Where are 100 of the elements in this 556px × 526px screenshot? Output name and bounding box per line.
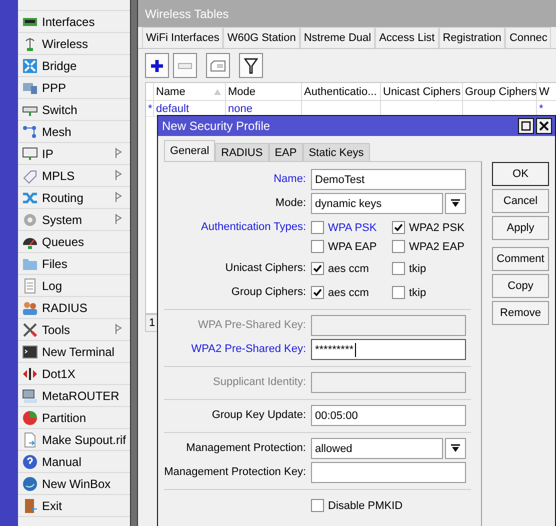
checkbox[interactable]	[311, 262, 324, 275]
add-button[interactable]	[145, 53, 169, 78]
field-label: Management Protection:	[186, 441, 306, 456]
checkbox-label: Disable PMKID	[328, 500, 403, 512]
checkbox[interactable]	[311, 221, 324, 234]
close-icon	[539, 121, 549, 131]
checkbox-label: tkip	[409, 262, 426, 274]
column-header[interactable]: Name	[154, 83, 226, 100]
field-label: Management Protection Key:	[164, 465, 306, 480]
door-icon	[22, 498, 38, 514]
down-arrow-icon	[451, 199, 460, 208]
menu-item[interactable]: Switch	[18, 99, 130, 121]
checkbox-label: tkip	[409, 286, 426, 298]
menu-item[interactable]: Wireless	[18, 33, 130, 55]
checkbox[interactable]	[392, 262, 405, 275]
menu-item[interactable]: System	[18, 209, 130, 231]
tab[interactable]: W60G Station	[223, 27, 300, 48]
computer-icon	[22, 388, 38, 404]
menu-item[interactable]: Routing	[18, 187, 130, 209]
menu-item[interactable]: New WinBox	[18, 473, 130, 495]
field-label: Group Key Update:	[212, 408, 306, 423]
checkbox[interactable]	[392, 240, 405, 253]
column-header[interactable]: Mode	[226, 83, 302, 100]
input-field[interactable]: DemoTest	[311, 169, 466, 190]
terminal-icon	[22, 344, 38, 360]
tab[interactable]: Connec	[505, 27, 552, 48]
menu-item[interactable]: PPP	[18, 77, 130, 99]
checkbox[interactable]	[311, 286, 324, 299]
close-button[interactable]	[536, 118, 552, 134]
plus-icon	[150, 58, 164, 72]
dialog-button[interactable]: Cancel	[492, 189, 549, 213]
field-label: WPA Pre-Shared Key:	[198, 318, 306, 333]
input-field[interactable]: *********	[311, 339, 466, 360]
dropdown-field[interactable]: dynamic keys	[311, 193, 443, 214]
maximize-button[interactable]	[518, 118, 534, 134]
dropdown-button[interactable]	[445, 438, 466, 459]
menu-item[interactable]: Bridge	[18, 55, 130, 77]
checkbox-label: WPA2 PSK	[409, 222, 464, 234]
menu-item[interactable]: New Terminal	[18, 341, 130, 363]
menu-item[interactable]: IP	[18, 143, 130, 165]
item-count: 1	[148, 317, 156, 329]
column-header[interactable]: Group Ciphers	[463, 83, 537, 100]
dialog-button[interactable]: Apply	[492, 216, 549, 240]
field-label: Mode:	[275, 196, 306, 211]
input-field[interactable]	[311, 462, 466, 483]
field-label: WPA2 Pre-Shared Key:	[191, 342, 306, 357]
dialog-button[interactable]: Remove	[492, 301, 549, 325]
checkbox[interactable]	[311, 499, 324, 512]
menu-item[interactable]: Queues	[18, 231, 130, 253]
checkbox-label: WPA PSK	[328, 222, 377, 234]
column-header[interactable]: Unicast Ciphers	[381, 83, 463, 100]
dialog-button[interactable]: OK	[492, 162, 549, 186]
menu-item[interactable]: Mesh	[18, 121, 130, 143]
maximize-icon	[521, 121, 531, 131]
menu-item[interactable]: Files	[18, 253, 130, 275]
tab[interactable]: WiFi Interfaces	[142, 27, 224, 48]
menu-item[interactable]: Log	[18, 275, 130, 297]
menu-item[interactable]: RADIUS	[18, 297, 130, 319]
menu-item[interactable]: MPLS	[18, 165, 130, 187]
tag-icon	[22, 168, 38, 184]
tab[interactable]: Access List	[375, 27, 439, 48]
window-title: Wireless Tables	[138, 0, 556, 27]
dropdown-field[interactable]: allowed	[311, 438, 443, 459]
menu-item[interactable]: MetaROUTER	[18, 385, 130, 407]
down-arrow-icon	[451, 444, 460, 453]
comment-button[interactable]	[206, 53, 230, 78]
dialog-button[interactable]: Comment	[492, 247, 549, 271]
tab[interactable]: EAP	[268, 143, 303, 161]
menu-item[interactable]: Manual	[18, 451, 130, 473]
tab[interactable]: Nstreme Dual	[300, 27, 376, 48]
field-label: Group Ciphers:	[231, 285, 306, 300]
input-field[interactable]: 00:05:00	[311, 405, 466, 426]
gear-icon	[22, 212, 38, 228]
globe-icon	[22, 476, 38, 492]
menu-item[interactable]: Tools	[18, 319, 130, 341]
menu-item[interactable]: Dot1X	[18, 363, 130, 385]
field-label: Name:	[274, 172, 306, 187]
field-label: Supplicant Identity:	[213, 375, 306, 390]
checkbox[interactable]	[311, 240, 324, 253]
arrows-icon	[22, 366, 38, 382]
checkbox[interactable]	[392, 221, 405, 234]
checkbox-label: aes ccm	[328, 262, 369, 274]
note-icon	[210, 60, 226, 72]
tab[interactable]: Registration	[438, 27, 506, 48]
tools-icon	[22, 322, 38, 338]
filter-button[interactable]	[239, 53, 263, 78]
dropdown-button[interactable]	[445, 193, 466, 214]
column-header[interactable]: Authenticatio...	[302, 83, 381, 100]
checkbox[interactable]	[392, 286, 405, 299]
menu-item[interactable]: Make Supout.rif	[18, 429, 130, 451]
tab[interactable]: Static Keys	[302, 143, 370, 161]
menu-item[interactable]: Partition	[18, 407, 130, 429]
tab[interactable]: General	[164, 140, 216, 161]
document-icon	[22, 278, 38, 294]
tab[interactable]: RADIUS	[215, 143, 269, 161]
column-header[interactable]: W	[537, 83, 556, 100]
menu-item[interactable]: Interfaces	[18, 11, 130, 33]
menu-item[interactable]: Exit	[18, 495, 130, 517]
dialog-button[interactable]: Copy	[492, 274, 549, 298]
nodes-icon	[22, 124, 38, 140]
